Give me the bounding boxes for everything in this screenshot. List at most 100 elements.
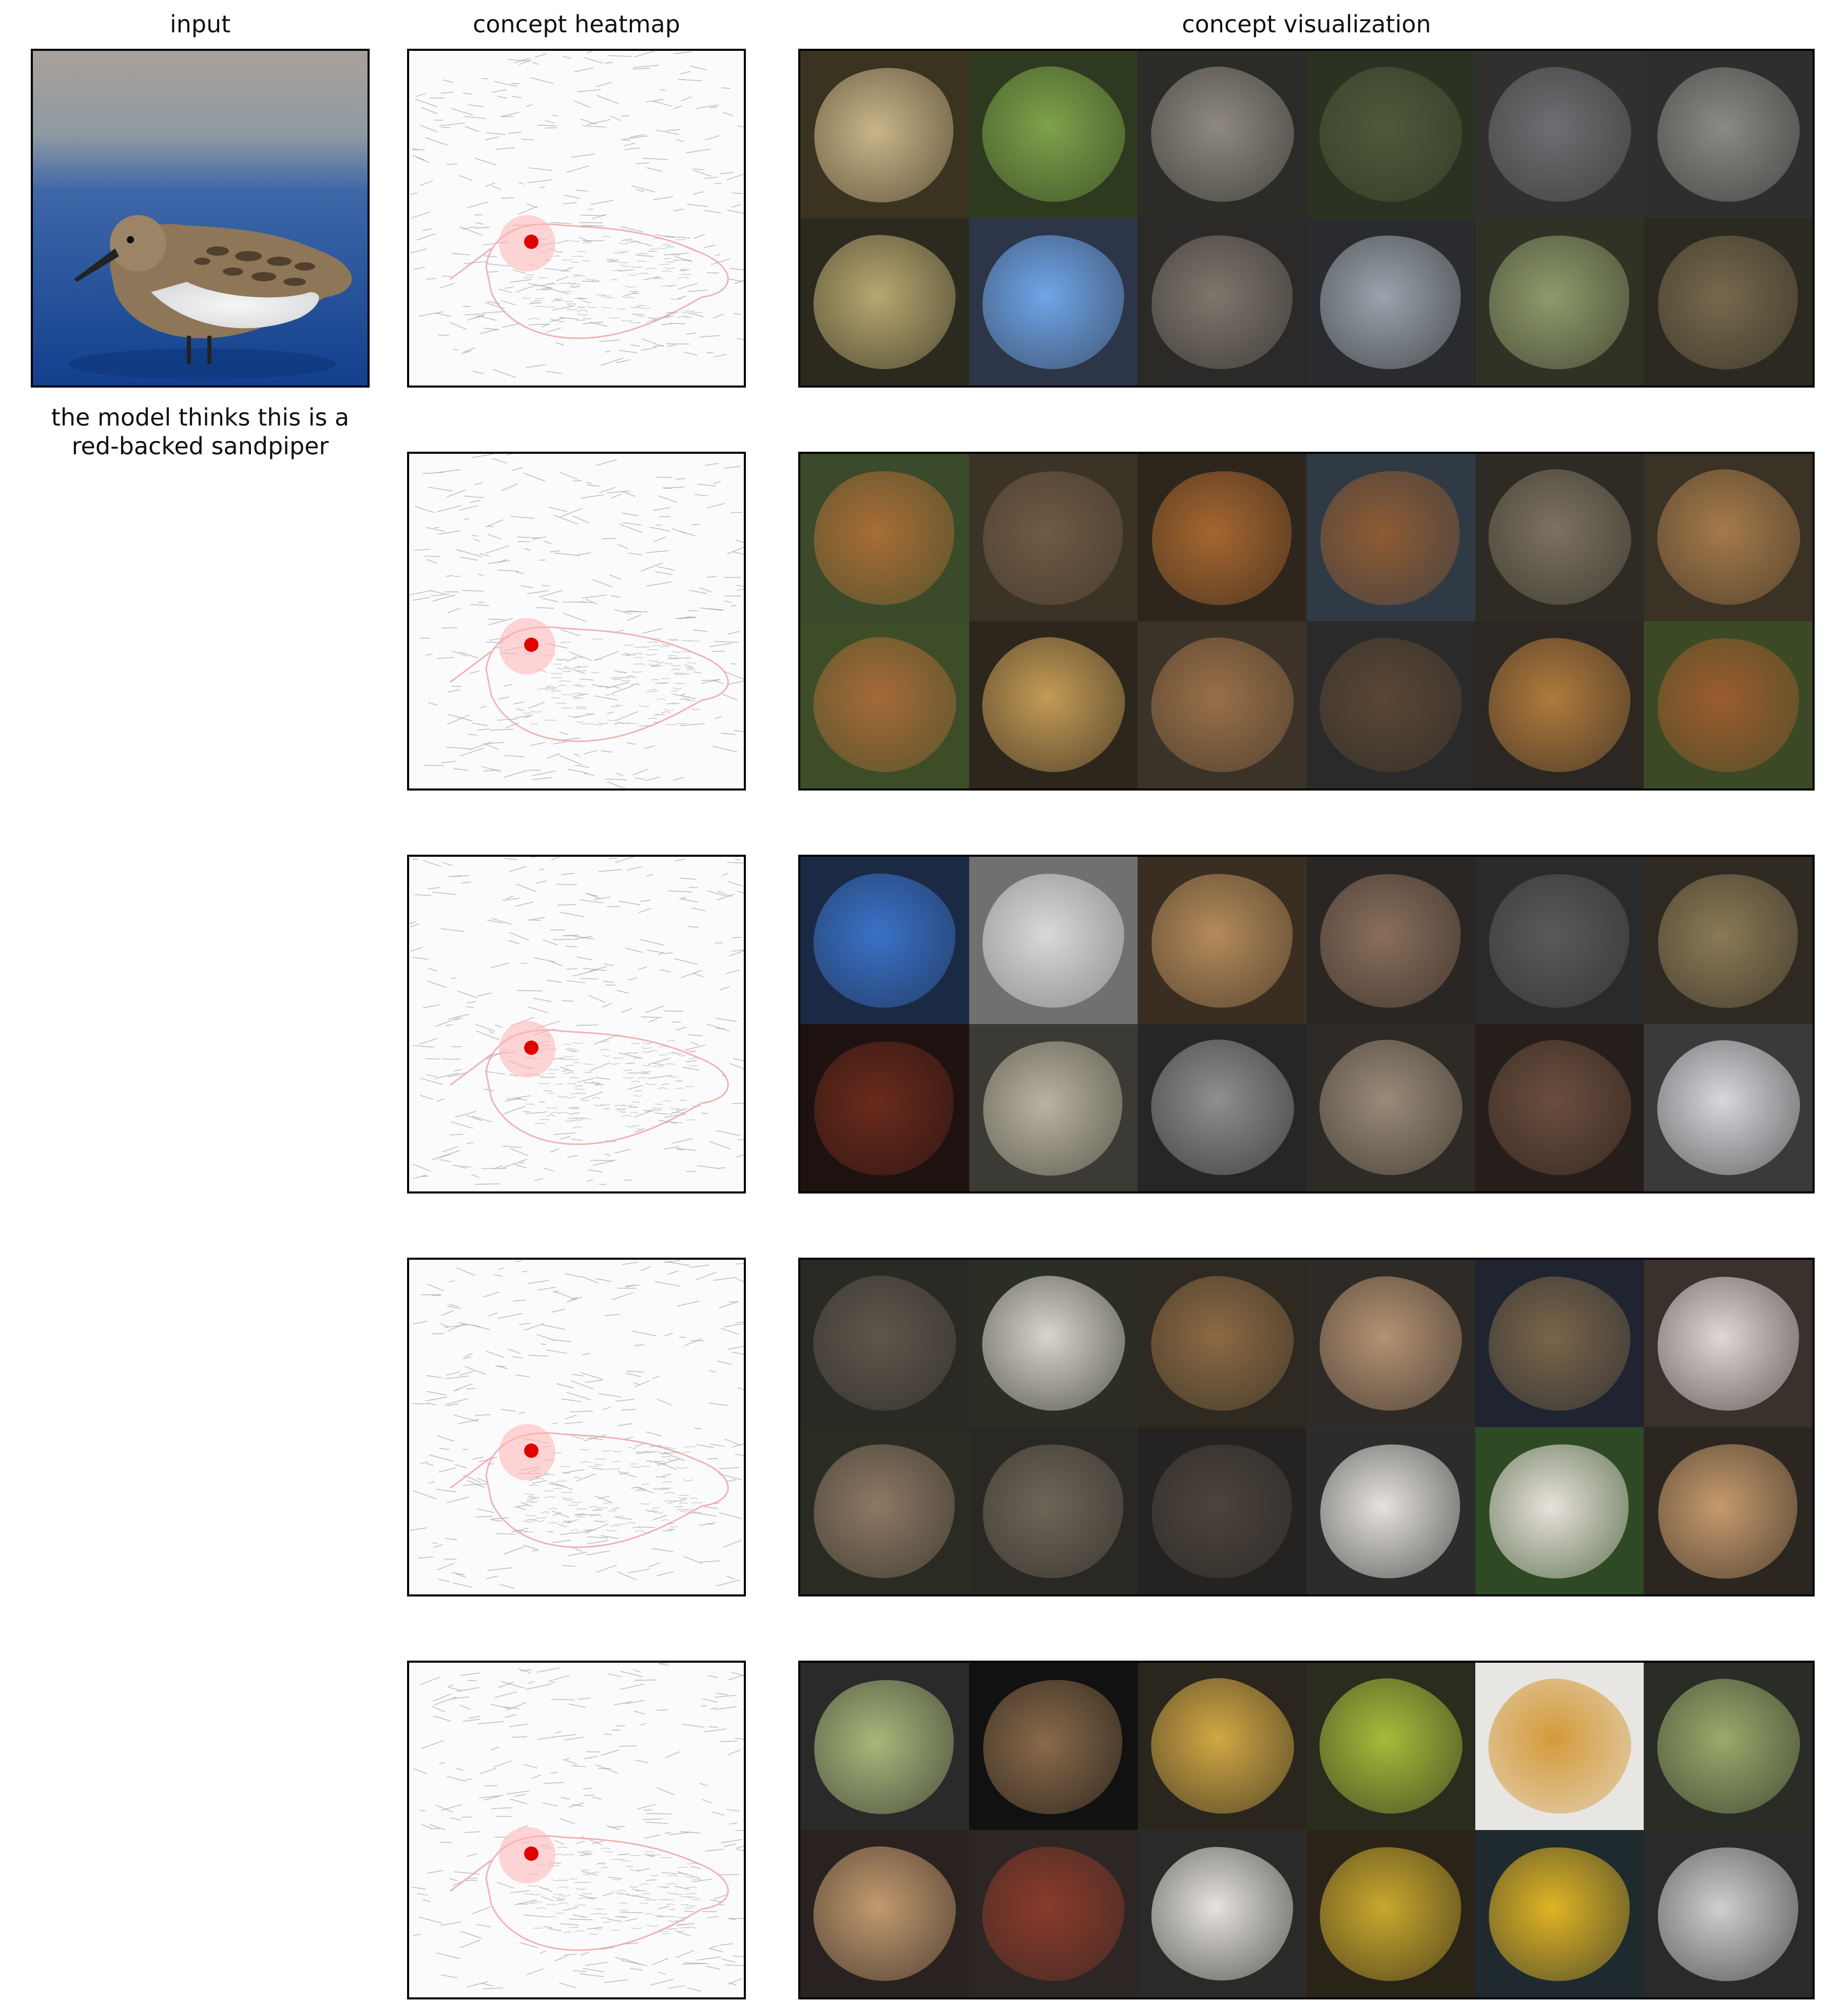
concept-example-tile	[800, 1427, 969, 1594]
concept-example-tile	[1644, 621, 1813, 788]
highlighted-region	[1146, 230, 1298, 374]
highlighted-region	[1312, 226, 1470, 377]
visualization-column-header: concept visualization	[1182, 10, 1431, 38]
heat-hotspot	[524, 235, 538, 249]
highlighted-region	[1482, 1839, 1637, 1988]
highlighted-region	[1480, 58, 1639, 211]
concept-example-tile	[1138, 218, 1306, 386]
concept-example-tile	[800, 857, 969, 1024]
highlighted-region	[800, 623, 969, 786]
highlighted-region	[1655, 1274, 1802, 1413]
highlighted-region	[800, 51, 969, 218]
concept-example-tile	[969, 51, 1138, 218]
concept-example-tile	[1475, 454, 1644, 621]
highlighted-region	[1146, 869, 1298, 1012]
concept-example-tile	[1306, 454, 1475, 621]
concept-example-tile	[1644, 857, 1813, 1024]
heatmap-canvas	[410, 1260, 744, 1589]
concept-example-tile	[1306, 1427, 1475, 1594]
highlighted-region	[969, 1024, 1138, 1191]
concept-example-tile	[969, 1427, 1138, 1594]
concept-example-tile	[1306, 1663, 1475, 1830]
concept-example-tile	[1138, 454, 1306, 621]
concept-example-tile	[800, 1260, 969, 1427]
highlighted-region	[1315, 1272, 1467, 1415]
concept-example-tile	[1475, 1024, 1644, 1191]
highlighted-region	[972, 626, 1135, 783]
concept-example-tile	[1138, 1663, 1306, 1830]
concept-example-tile	[1644, 218, 1813, 386]
concept-example-tile	[1138, 51, 1306, 218]
highlighted-region	[1151, 1846, 1293, 1981]
heatmap-canvas	[410, 51, 744, 378]
heatmap-canvas	[409, 454, 744, 788]
highlighted-region	[811, 232, 958, 372]
highlighted-region	[1312, 865, 1470, 1016]
highlighted-region	[969, 1663, 1138, 1830]
highlighted-region	[1647, 1669, 1809, 1824]
concept-heatmap-2	[407, 452, 746, 791]
concept-example-tile	[1644, 1830, 1813, 1997]
concept-example-tile	[969, 621, 1138, 788]
concept-example-tile	[1644, 1260, 1813, 1427]
highlighted-region	[804, 460, 966, 615]
concept-visualization-4	[798, 1258, 1815, 1596]
highlighted-region	[1475, 454, 1644, 621]
concept-example-tile	[1138, 857, 1306, 1024]
concept-example-tile	[969, 857, 1138, 1024]
concept-example-tile	[1138, 1260, 1306, 1427]
concept-example-tile	[1138, 1024, 1306, 1191]
concept-example-tile	[800, 1024, 969, 1191]
concept-example-tile	[1644, 51, 1813, 218]
highlighted-region	[1644, 1427, 1813, 1594]
concept-example-tile	[1306, 1260, 1475, 1427]
concept-example-tile	[1138, 1427, 1306, 1594]
highlighted-region	[1138, 52, 1306, 217]
input-column-header: input	[169, 10, 231, 38]
concept-heatmap-3	[407, 855, 746, 1194]
heat-hotspot	[524, 638, 538, 652]
highlighted-region	[1655, 635, 1802, 775]
highlighted-region	[1651, 62, 1805, 207]
highlighted-region	[1138, 1024, 1306, 1191]
highlighted-region	[972, 1265, 1135, 1422]
highlighted-region	[1487, 637, 1632, 773]
highlighted-region	[974, 1434, 1133, 1587]
sandpiper-photo	[33, 51, 368, 386]
concept-example-tile	[800, 621, 969, 788]
highlighted-region	[1476, 1027, 1643, 1188]
highlighted-region	[970, 457, 1137, 618]
concept-visualization-3	[798, 855, 1815, 1194]
heat-hotspot	[524, 1846, 538, 1861]
highlighted-region	[1306, 1025, 1475, 1191]
heatmap-column-header: concept heatmap	[473, 10, 680, 38]
concept-example-tile	[969, 1663, 1138, 1830]
concept-example-tile	[1306, 1024, 1475, 1191]
concept-example-tile	[800, 1830, 969, 1997]
concept-example-tile	[1475, 51, 1644, 218]
highlighted-region	[1647, 1836, 1809, 1991]
highlighted-region	[1647, 1030, 1809, 1185]
concept-example-tile	[969, 218, 1138, 386]
concept-example-tile	[800, 218, 969, 386]
highlighted-region	[1478, 223, 1641, 380]
concept-example-tile	[800, 454, 969, 621]
highlighted-region	[1316, 1843, 1465, 1985]
concept-example-tile	[1475, 621, 1644, 788]
concept-example-tile	[1475, 1663, 1644, 1830]
caption-line-1: the model thinks this is a	[51, 403, 350, 431]
highlighted-region	[1306, 454, 1475, 621]
concept-example-tile	[1475, 218, 1644, 386]
highlighted-region	[1476, 1666, 1643, 1827]
highlighted-region	[1308, 55, 1473, 214]
concept-example-tile	[1138, 621, 1306, 788]
concept-example-tile	[969, 1830, 1138, 1997]
heatmap-canvas	[412, 1663, 744, 1992]
highlighted-region	[1478, 862, 1641, 1019]
highlighted-region	[1143, 1268, 1301, 1419]
highlighted-region	[1138, 454, 1306, 621]
highlighted-region	[1644, 454, 1813, 621]
concept-example-tile	[1475, 1260, 1644, 1427]
concept-example-tile	[969, 1260, 1138, 1427]
concept-example-tile	[1306, 51, 1475, 218]
